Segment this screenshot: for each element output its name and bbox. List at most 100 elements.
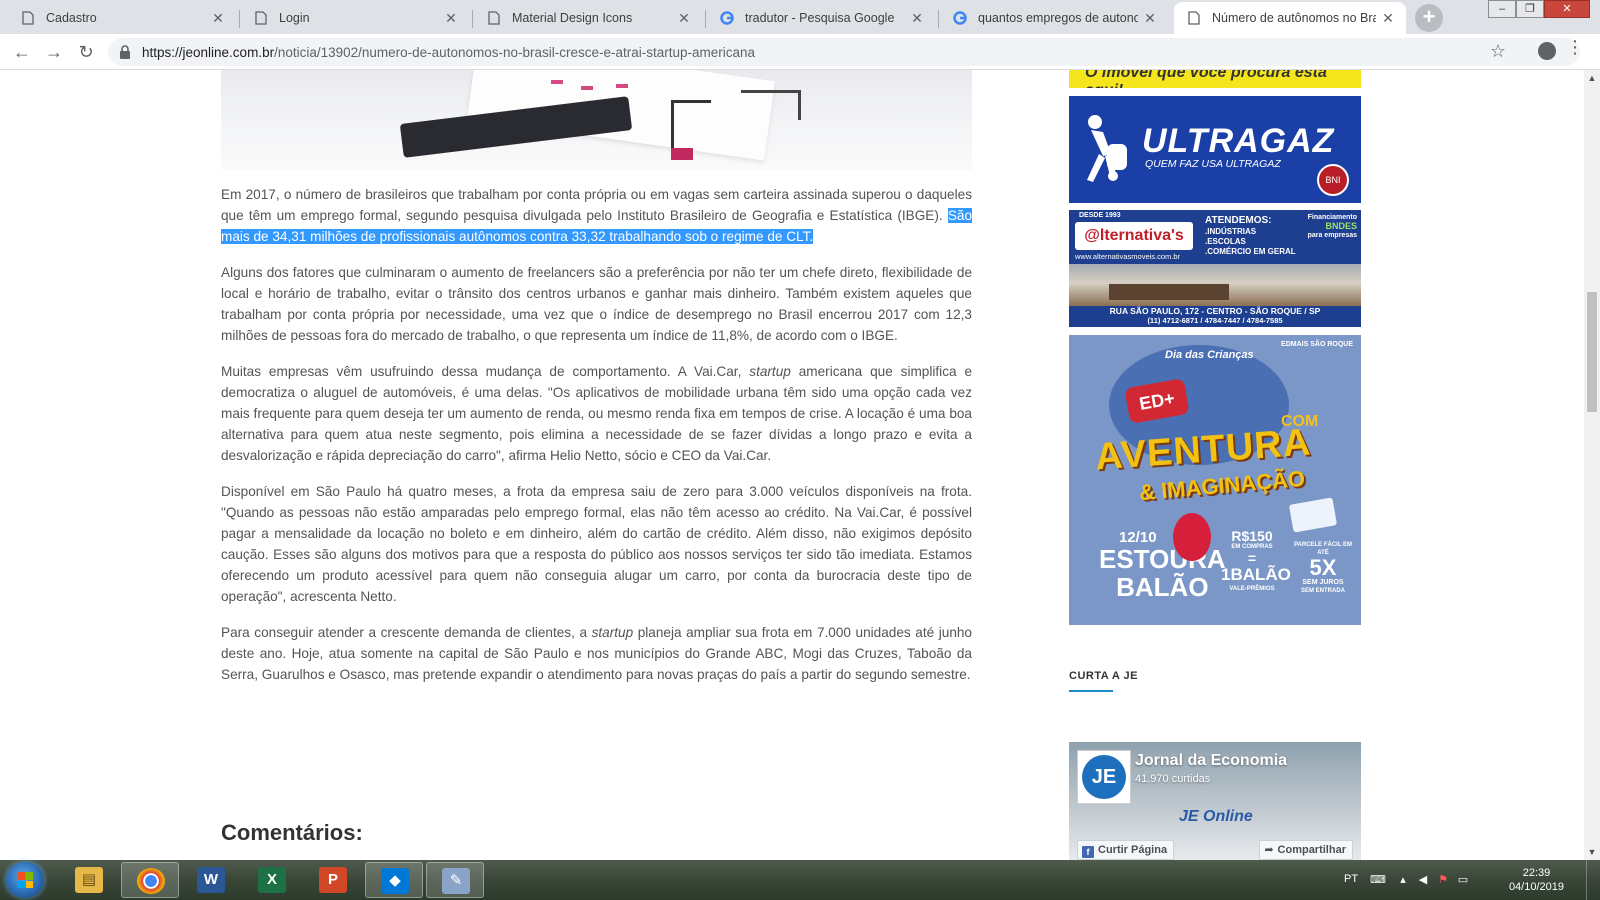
je-logo[interactable]: JE	[1077, 750, 1131, 804]
tab-title: Material Design Icons	[512, 11, 633, 25]
ad-text: ATENDEMOS: .INDÚSTRIAS .ESCOLAS .COMÉRCI…	[1205, 215, 1296, 257]
credit-card-icon	[1288, 497, 1338, 533]
ad-banner-imoveis[interactable]: O imóvel que você procura está aqui!	[1069, 70, 1361, 88]
powerpoint-icon: P	[319, 867, 347, 893]
system-clock[interactable]: 22:39 04/10/2019	[1509, 866, 1564, 894]
facebook-likes-count: 41.970 curtidas	[1135, 773, 1211, 785]
tab-material-design-icons[interactable]: Material Design Icons ✕	[474, 2, 702, 34]
ad-text: ESTOURA BALÃO	[1099, 544, 1226, 602]
article-body: Em 2017, o número de brasileiros que tra…	[221, 184, 972, 700]
tab-title: Cadastro	[46, 11, 97, 25]
show-hidden-icons-icon[interactable]: ▴	[1396, 873, 1410, 887]
ad-text: Dia das Crianças	[1165, 349, 1254, 361]
facebook-page-name[interactable]: Jornal da Economia	[1135, 752, 1287, 770]
close-icon[interactable]: ✕	[909, 10, 925, 26]
address-bar[interactable]: https://jeonline.com.br/noticia/13902/nu…	[108, 38, 1580, 66]
taskbar-excel[interactable]: X	[243, 862, 301, 898]
language-indicator[interactable]: PT	[1344, 873, 1358, 885]
bndes-badge: Financiamento BNDES para empresas	[1307, 214, 1357, 239]
page-icon	[20, 10, 36, 26]
scroll-up-icon[interactable]: ▲	[1584, 70, 1600, 86]
page-scrollbar[interactable]: ▲ ▼	[1584, 70, 1600, 860]
google-icon	[719, 10, 735, 26]
show-desktop-button[interactable]	[1586, 860, 1600, 900]
forward-arrow-icon[interactable]: →	[42, 40, 66, 64]
ad-text: DESDE 1993	[1079, 212, 1121, 219]
account-icon[interactable]	[1538, 42, 1556, 60]
close-window-button[interactable]: ✕	[1544, 0, 1590, 18]
bni-badge: BNI	[1317, 164, 1349, 196]
facebook-page-widget[interactable]: JE Jornal da Economia 41.970 curtidas JE…	[1069, 742, 1361, 860]
share-button[interactable]: ➦ Compartilhar	[1259, 840, 1353, 860]
tab-title: Número de autônomos no Bras	[1212, 11, 1376, 25]
back-arrow-icon[interactable]: ←	[10, 40, 34, 64]
tab-quantos-empregos[interactable]: quantos empregos de autonom ✕	[940, 2, 1168, 34]
ad-text: R$150 EM COMPRAS = 1BALÃO VALE-PRÊMIOS	[1221, 528, 1291, 592]
section-heading-curta: CURTA A JE	[1069, 670, 1138, 682]
windows-taskbar: ▤ ◉ W X P ◆ ✎ PT ⌨ ▴ ◀ ⚑ ▭ 22:39 04/10/2…	[0, 860, 1600, 900]
taskbar-word[interactable]: W	[182, 862, 240, 898]
bookmark-star-icon[interactable]: ☆	[1490, 41, 1506, 62]
like-page-button[interactable]: f Curtir Página	[1077, 840, 1175, 860]
tab-cadastro[interactable]: Cadastro ✕	[8, 2, 236, 34]
windows-logo-icon	[17, 872, 33, 888]
close-icon[interactable]: ✕	[676, 10, 692, 26]
system-tray: PT ⌨ ▴ ◀ ⚑ ▭ 22:39 04/10/2019	[1340, 860, 1600, 900]
network-icon[interactable]: ▭	[1456, 873, 1470, 887]
tab-login[interactable]: Login ✕	[241, 2, 469, 34]
tab-tradutor[interactable]: tradutor - Pesquisa Google ✕	[707, 2, 935, 34]
menu-dots-icon[interactable]: ⋮	[1566, 38, 1584, 56]
je-online-watermark: JE Online	[1179, 808, 1253, 825]
excel-icon: X	[258, 867, 286, 893]
ad-banner-ultragaz[interactable]: ULTRAGAZ QUEM FAZ USA ULTRAGAZ BNI	[1069, 96, 1361, 203]
close-icon[interactable]: ✕	[210, 10, 226, 26]
flag-icon[interactable]: ⚑	[1436, 873, 1450, 887]
facebook-icon: f	[1082, 846, 1094, 858]
url-text: https://jeonline.com.br/noticia/13902/nu…	[142, 45, 755, 60]
vscode-icon: ◆	[381, 868, 409, 894]
ad-text: www.alternativasmoveis.com.br	[1075, 252, 1181, 261]
keyboard-icon[interactable]: ⌨	[1370, 873, 1386, 887]
ad-banner-alternativas[interactable]: DESDE 1993 @lternativa's www.alternativa…	[1069, 210, 1361, 327]
tab-title: tradutor - Pesquisa Google	[745, 11, 895, 25]
volume-icon[interactable]: ◀	[1416, 873, 1430, 887]
new-tab-button[interactable]: +	[1415, 4, 1443, 32]
taskbar-vscode[interactable]: ◆	[365, 862, 423, 898]
paragraph-text: Em 2017, o número de brasileiros que tra…	[221, 187, 972, 223]
page-icon	[486, 10, 502, 26]
close-icon[interactable]: ✕	[1142, 10, 1158, 26]
google-icon	[952, 10, 968, 26]
taskbar-powerpoint[interactable]: P	[304, 862, 362, 898]
alternativas-logo: @lternativa's	[1075, 222, 1193, 250]
ad-text: O imóvel que você procura está aqui!	[1085, 70, 1327, 88]
page-icon	[1186, 10, 1202, 26]
folder-icon: ▤	[75, 867, 103, 893]
page-viewport: Em 2017, o número de brasileiros que tra…	[0, 70, 1584, 860]
taskbar-chrome[interactable]: ◉	[121, 862, 179, 898]
close-icon[interactable]: ✕	[443, 10, 459, 26]
tab-strip: Cadastro ✕ Login ✕ Material Design Icons…	[0, 0, 1600, 34]
scroll-down-icon[interactable]: ▼	[1584, 844, 1600, 860]
article-paragraph: Disponível em São Paulo há quatro meses,…	[221, 484, 972, 604]
ad-banner-edmais[interactable]: Dia das Crianças EDMAIS SÃO ROQUE ED+ CO…	[1069, 335, 1361, 625]
tab-numero-de-autonomos[interactable]: Número de autônomos no Bras ✕	[1174, 2, 1406, 34]
lock-icon	[120, 45, 130, 59]
paint-icon: ✎	[442, 868, 470, 894]
reload-icon[interactable]: ↻	[74, 40, 98, 64]
taskbar-paint[interactable]: ✎	[426, 862, 484, 898]
page-icon	[253, 10, 269, 26]
restore-button[interactable]: ❐	[1516, 0, 1544, 18]
article-image	[221, 70, 972, 170]
delivery-man-icon	[1087, 115, 1127, 182]
article-paragraph: Para conseguir atender a crescente deman…	[221, 625, 972, 682]
scrollbar-thumb[interactable]	[1587, 292, 1597, 412]
taskbar-file-explorer[interactable]: ▤	[60, 862, 118, 898]
tab-title: quantos empregos de autonom	[978, 11, 1138, 25]
tab-title: Login	[279, 11, 310, 25]
start-button[interactable]	[6, 862, 44, 898]
minimize-button[interactable]: –	[1488, 0, 1516, 18]
ultragaz-logo: ULTRAGAZ	[1142, 122, 1335, 160]
close-icon[interactable]: ✕	[1380, 10, 1396, 26]
clock-date: 04/10/2019	[1508, 881, 1564, 893]
url-host: https://jeonline.com.br	[142, 45, 275, 60]
